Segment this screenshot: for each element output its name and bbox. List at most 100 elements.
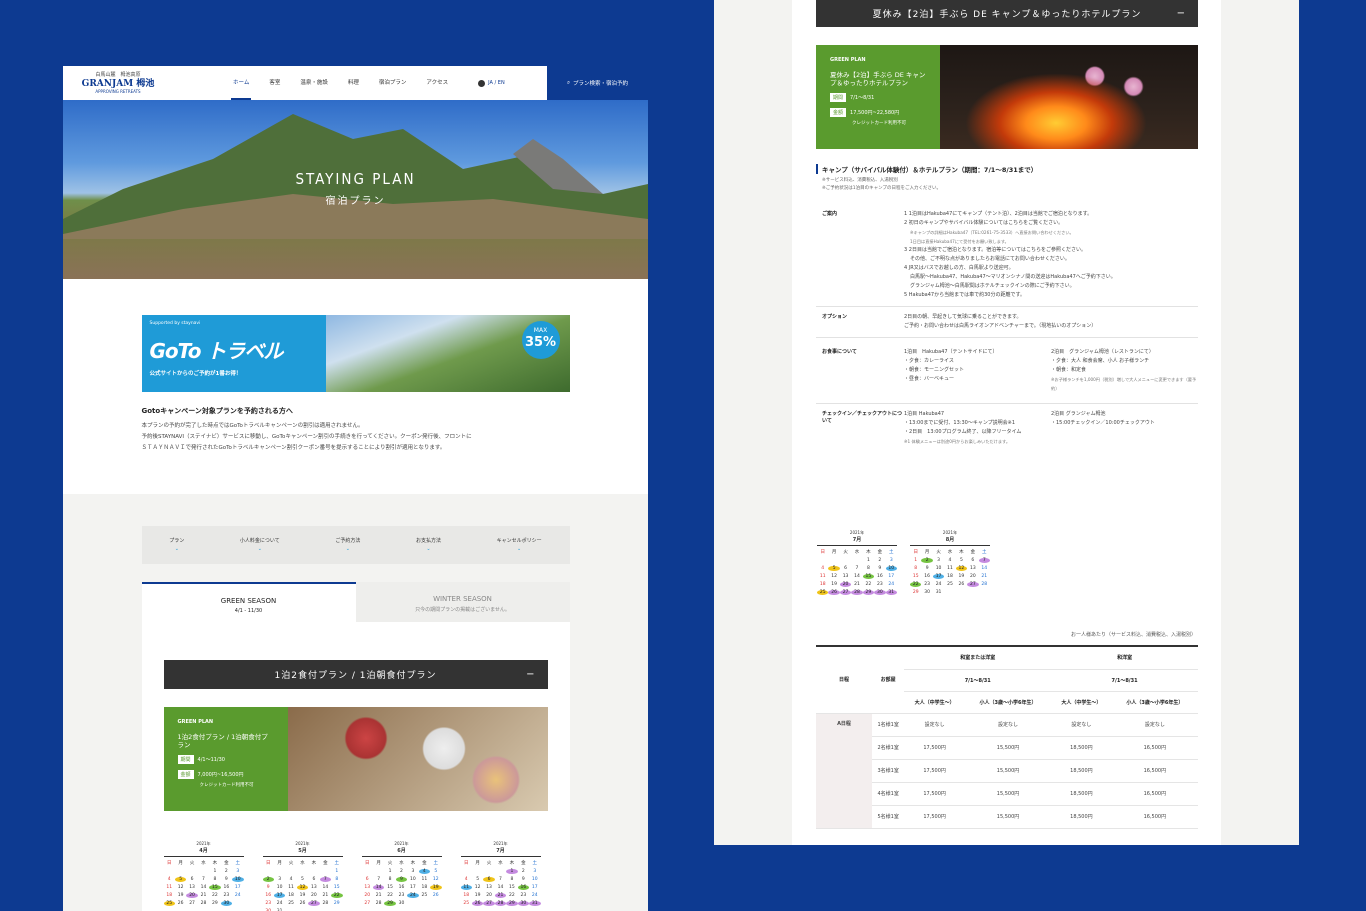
calendar-day[interactable]: 1 <box>331 869 342 874</box>
calendar-day[interactable]: 9 <box>518 877 529 882</box>
calendar-day[interactable]: 12 <box>955 566 968 571</box>
plan-accordion-header[interactable]: 1泊2食付プラン / 1泊朝食付プラン − <box>163 660 548 689</box>
calendar-day[interactable]: 23 <box>518 893 529 898</box>
calendar-day[interactable]: 11 <box>285 885 296 890</box>
calendar-day[interactable]: 18 <box>419 885 430 890</box>
calendar-day[interactable]: 25 <box>419 893 430 898</box>
calendar-day[interactable]: 31 <box>529 901 541 906</box>
calendar-day[interactable]: 8 <box>209 877 220 882</box>
calendar-day[interactable]: 2 <box>518 869 529 874</box>
calendar-day[interactable]: 26 <box>430 893 441 898</box>
calendar-day[interactable]: 27 <box>839 590 852 595</box>
calendar-day[interactable]: 20 <box>483 893 494 898</box>
calendar-day[interactable]: 2 <box>921 558 933 563</box>
calendar-day[interactable]: 28 <box>979 582 990 587</box>
calendar-day[interactable]: 23 <box>921 582 932 587</box>
calendar-day[interactable]: 13 <box>840 574 851 579</box>
calendar-day[interactable]: 17 <box>529 885 540 890</box>
calendar-day[interactable]: 21 <box>979 574 990 579</box>
calendar-day[interactable]: 16 <box>263 893 274 898</box>
calendar-day[interactable]: 29 <box>384 901 396 906</box>
calendar-day[interactable]: 30 <box>517 901 530 906</box>
calendar-day[interactable]: 25 <box>817 590 829 595</box>
language-switch[interactable]: JA / EN <box>478 79 505 87</box>
filter-reserve[interactable]: ご予約方法 ⌄ <box>335 538 360 552</box>
nav-rooms[interactable]: 客室 <box>259 66 290 100</box>
calendar-day[interactable]: 26 <box>471 901 484 906</box>
calendar-day[interactable]: 18 <box>461 893 472 898</box>
calendar-day[interactable]: 10 <box>274 885 285 890</box>
calendar-day[interactable]: 5 <box>174 877 187 882</box>
calendar-day[interactable]: 26 <box>828 590 840 595</box>
calendar-day[interactable]: 25 <box>163 901 175 906</box>
calendar-day[interactable]: 30 <box>921 590 932 595</box>
calendar-day[interactable]: 26 <box>956 582 967 587</box>
calendar-day[interactable]: 19 <box>956 574 967 579</box>
calendar-day[interactable]: 2 <box>874 558 885 563</box>
calendar-day[interactable]: 14 <box>979 566 990 571</box>
filter-plan[interactable]: プラン ⌄ <box>169 538 184 552</box>
calendar-day[interactable]: 20 <box>839 582 852 587</box>
tab-green-season[interactable]: GREEN SEASON 4/1 - 11/30 <box>141 582 356 622</box>
calendar-day[interactable]: 16 <box>396 885 407 890</box>
calendar-day[interactable]: 9 <box>221 877 232 882</box>
calendar-day[interactable]: 6 <box>186 877 197 882</box>
calendar-day[interactable]: 8 <box>384 877 395 882</box>
calendar-day[interactable]: 11 <box>164 885 175 890</box>
calendar-day[interactable]: 2 <box>262 877 274 882</box>
calendar-day[interactable]: 6 <box>967 558 978 563</box>
calendar-day[interactable]: 27 <box>483 901 495 906</box>
calendar-day[interactable]: 10 <box>529 877 540 882</box>
calendar-day[interactable]: 24 <box>232 893 243 898</box>
calendar-day[interactable]: 8 <box>910 566 921 571</box>
calendar-day[interactable]: 28 <box>198 901 209 906</box>
calendar-day[interactable]: 5 <box>297 877 308 882</box>
calendar-day[interactable]: 7 <box>319 877 332 882</box>
calendar-day[interactable]: 1 <box>209 869 220 874</box>
calendar-day[interactable]: 19 <box>472 893 483 898</box>
calendar-day[interactable]: 3 <box>529 869 540 874</box>
calendar-day[interactable]: 25 <box>285 901 296 906</box>
calendar-day[interactable]: 23 <box>874 582 885 587</box>
calendar-day[interactable]: 2 <box>396 869 407 874</box>
calendar-day[interactable]: 18 <box>817 582 828 587</box>
calendar-day[interactable]: 13 <box>308 885 319 890</box>
calendar-day[interactable]: 22 <box>910 582 922 587</box>
plan-card[interactable]: GREEN PLAN 夏休み【2泊】手ぶら DE キャンプ＆ゆったりホテルプラン… <box>816 45 1198 149</box>
calendar-day[interactable]: 20 <box>186 893 198 898</box>
calendar-day[interactable]: 12 <box>828 574 839 579</box>
calendar-day[interactable]: 19 <box>828 582 839 587</box>
filter-child-fee[interactable]: 小人料金について ⌄ <box>240 538 280 552</box>
calendar-day[interactable]: 13 <box>483 885 494 890</box>
calendar-day[interactable]: 10 <box>407 877 418 882</box>
calendar-day[interactable]: 17 <box>232 885 243 890</box>
logo[interactable]: 白馬山麓 栂池高原 GRANJAM 栂池 APPROVING RETREATS <box>63 72 173 94</box>
calendar-day[interactable]: 24 <box>933 582 944 587</box>
calendar-day[interactable]: 11 <box>817 574 828 579</box>
calendar-day[interactable]: 4 <box>461 877 472 882</box>
calendar-day[interactable]: 11 <box>944 566 955 571</box>
calendar-day[interactable]: 27 <box>186 901 197 906</box>
calendar-day[interactable]: 21 <box>494 893 507 898</box>
calendar-day[interactable]: 16 <box>874 574 885 579</box>
calendar-day[interactable]: 30 <box>396 901 407 906</box>
calendar-day[interactable]: 29 <box>862 590 875 595</box>
calendar-day[interactable]: 3 <box>933 558 944 563</box>
calendar-day[interactable]: 4 <box>418 869 431 874</box>
calendar-day[interactable]: 19 <box>430 885 442 890</box>
calendar-day[interactable]: 21 <box>198 893 209 898</box>
calendar-day[interactable]: 23 <box>396 893 407 898</box>
calendar-day[interactable]: 18 <box>944 574 955 579</box>
calendar-day[interactable]: 24 <box>529 893 540 898</box>
calendar-day[interactable]: 17 <box>407 885 418 890</box>
calendar-day[interactable]: 30 <box>874 590 886 595</box>
calendar-day[interactable]: 16 <box>921 574 932 579</box>
calendar-day[interactable]: 22 <box>506 893 517 898</box>
calendar-day[interactable]: 6 <box>483 877 495 882</box>
calendar-day[interactable]: 7 <box>851 566 862 571</box>
calendar-day[interactable]: 7 <box>978 558 990 563</box>
calendar-day[interactable]: 13 <box>186 885 197 890</box>
calendar-day[interactable]: 8 <box>863 566 874 571</box>
calendar-day[interactable]: 22 <box>384 893 395 898</box>
calendar-day[interactable]: 6 <box>840 566 851 571</box>
